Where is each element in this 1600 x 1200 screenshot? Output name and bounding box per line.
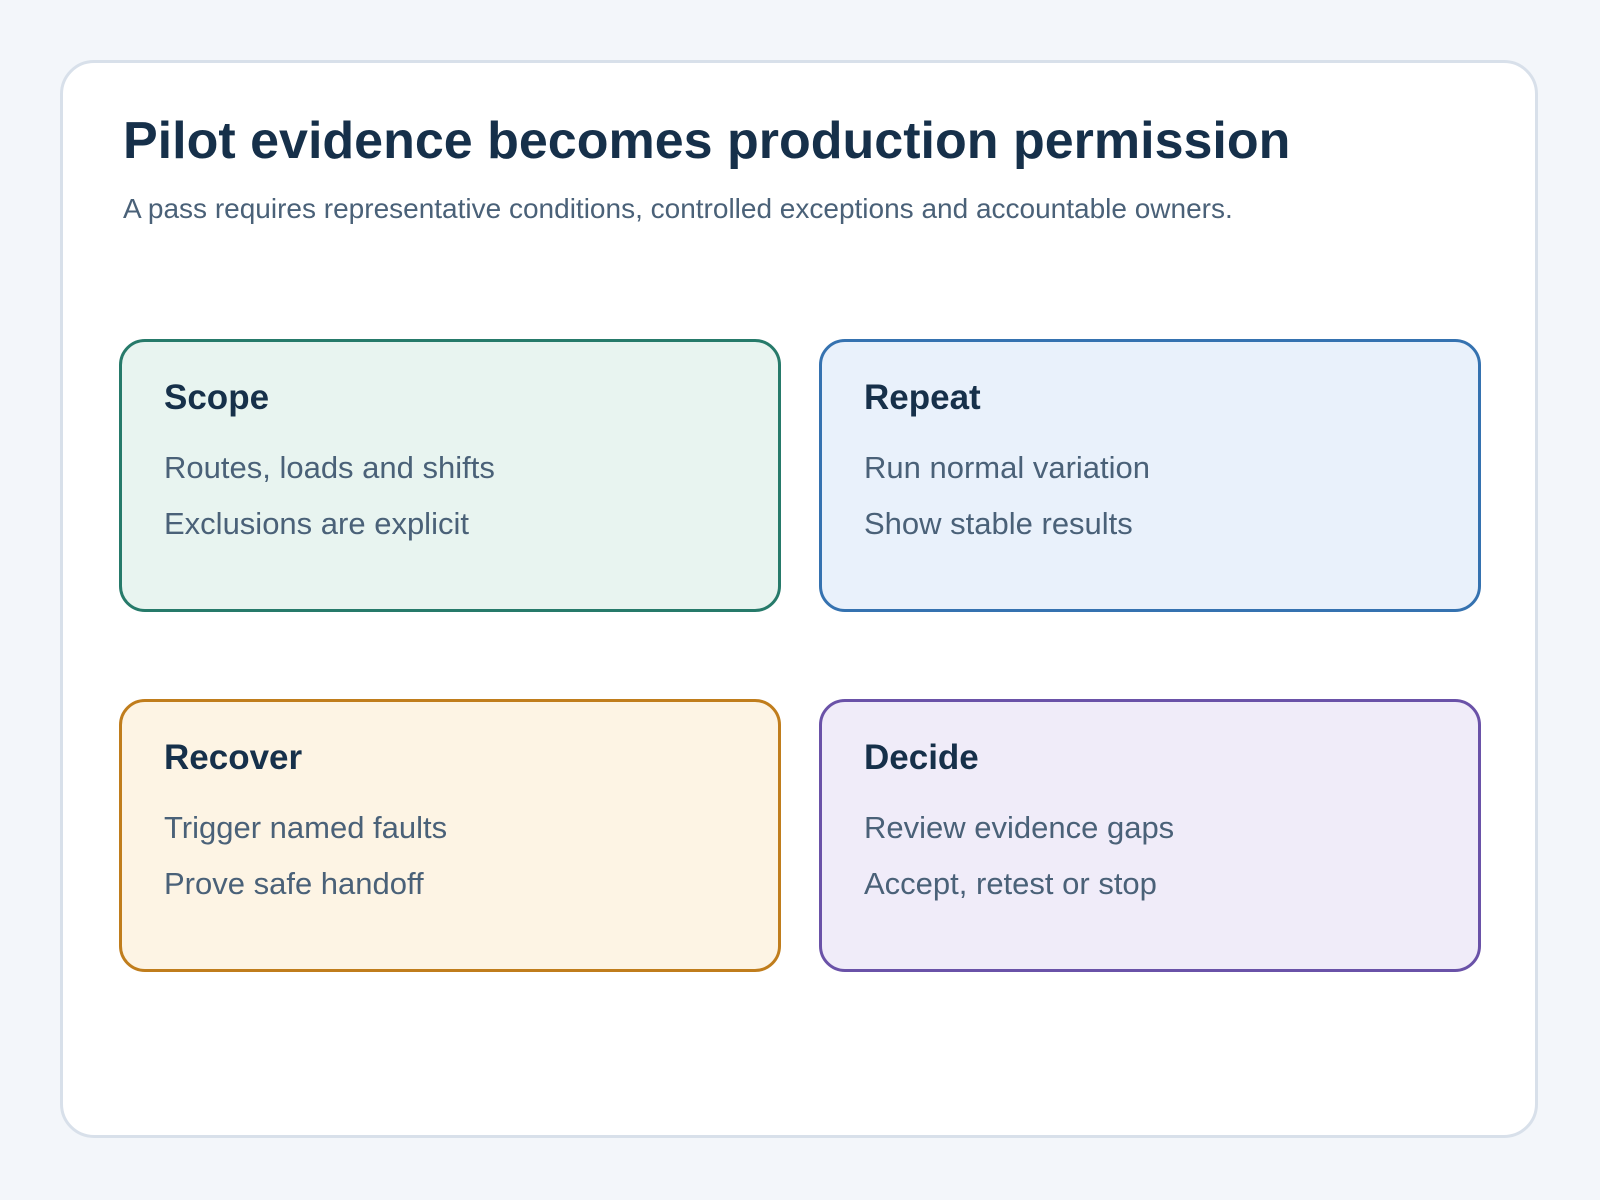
card-line: Review evidence gaps [864,810,1175,845]
card-line: Run normal variation [864,450,1151,485]
card-line: Exclusions are explicit [164,506,469,541]
card-line: Prove safe handoff [164,866,424,901]
card-title: Recover [164,738,303,777]
card-title: Repeat [864,378,981,417]
card-title: Scope [164,378,270,417]
card-line: Routes, loads and shifts [164,450,495,485]
scope-card: Scope Routes, loads and shifts Exclusion… [119,339,781,612]
page-title: Pilot evidence becomes production permis… [123,112,1291,170]
card-title: Decide [864,738,979,777]
repeat-card: Repeat Run normal variation Show stable … [819,339,1481,612]
card-line: Trigger named faults [164,810,448,845]
page-subtitle: A pass requires representative condition… [123,193,1233,224]
recover-card: Recover Trigger named faults Prove safe … [119,699,781,972]
main-panel: Pilot evidence becomes production permis… [60,60,1538,1138]
card-line: Accept, retest or stop [864,866,1157,901]
card-line: Show stable results [864,506,1133,541]
decide-card: Decide Review evidence gaps Accept, rete… [819,699,1481,972]
